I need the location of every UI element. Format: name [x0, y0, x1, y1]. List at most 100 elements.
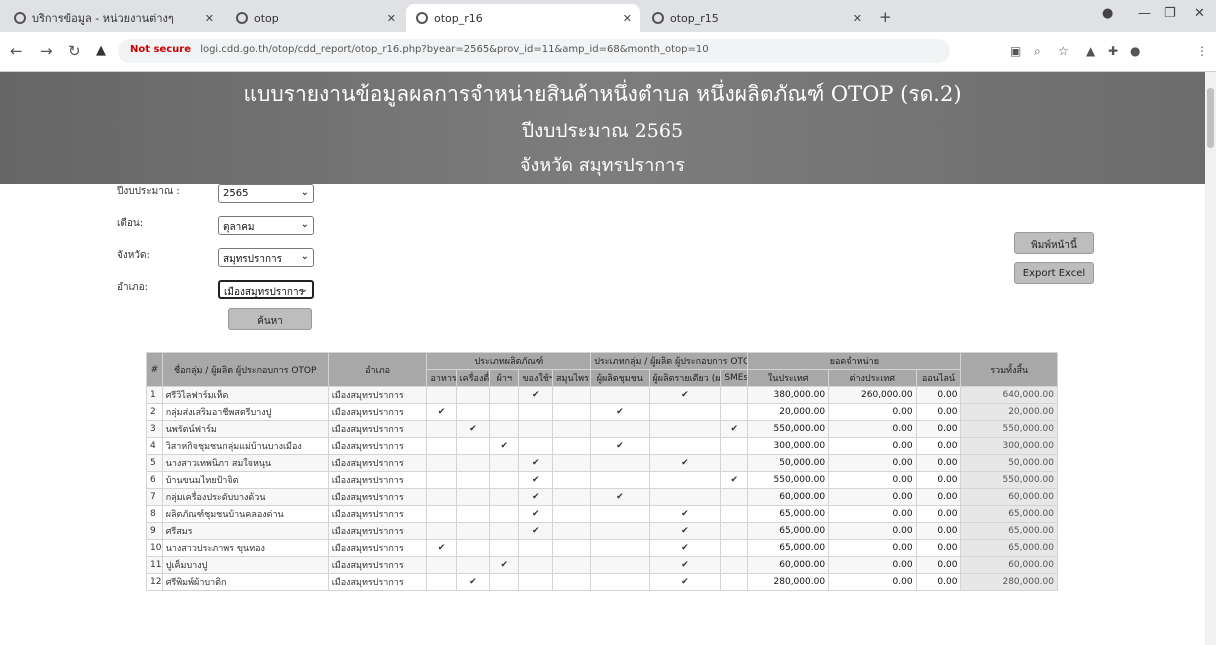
translate-icon[interactable]: ▣	[1010, 44, 1021, 58]
otop-type-cell: ✔	[648, 556, 722, 574]
otop-type-cell	[720, 573, 749, 591]
otop-type-cell	[590, 539, 650, 557]
product-type-cell	[552, 522, 592, 540]
minimize-icon[interactable]: —	[1138, 6, 1151, 21]
otop-type-cell	[720, 454, 749, 472]
product-type-cell	[552, 403, 592, 421]
browser-tab[interactable]: บริการข้อมูล - หน่วยงานต่างๆ ✕	[4, 4, 222, 32]
otop-type-cell: ✔	[648, 539, 722, 557]
product-type-cell	[455, 471, 491, 489]
table-row: 5 นางสาวเทพนิภา สมใจหนุน เมืองสมุทรปราการ ✔…	[146, 454, 1058, 472]
page-scrollbar[interactable]	[1205, 72, 1216, 645]
search-button[interactable]: ค้นหา	[228, 308, 312, 330]
column-header: รวมทั้งสิ้น	[960, 352, 1058, 387]
extension-icon[interactable]: ▲	[1086, 44, 1095, 58]
browser-tab[interactable]: otop ✕	[226, 4, 404, 32]
month-select[interactable]: ตุลาคม ⌄	[218, 216, 314, 235]
row-number: 3	[146, 420, 163, 438]
tab-title: otop	[254, 11, 279, 25]
foreign-sales-cell: 260,000.00	[828, 386, 917, 404]
export-button[interactable]: Export Excel	[1014, 262, 1094, 284]
tab-title: otop_r15	[670, 11, 719, 25]
product-type-cell	[455, 539, 491, 557]
scrollbar-thumb[interactable]	[1207, 88, 1214, 148]
column-header: SMEs	[720, 369, 749, 387]
province-select[interactable]: สมุทรปราการ ⌄	[218, 248, 314, 267]
otop-type-cell	[590, 471, 650, 489]
otop-type-cell	[590, 386, 650, 404]
foreign-sales-cell: 0.00	[828, 505, 917, 523]
online-sales-cell: 0.00	[915, 573, 962, 591]
product-type-cell	[552, 505, 592, 523]
year-label: ปีงบประมาณ :	[117, 186, 180, 197]
product-type-cell	[489, 539, 520, 557]
chevron-down-icon: ⌄	[300, 187, 309, 198]
product-type-cell	[552, 471, 592, 489]
report-banner: แบบรายงานข้อมูลผลการจำหน่ายสินค้าหนึ่งตำ…	[0, 72, 1205, 184]
zoom-icon[interactable]: ⌕	[1034, 44, 1041, 59]
puzzle-icon[interactable]: ✚	[1108, 44, 1118, 58]
avatar[interactable]: ●	[1130, 44, 1140, 58]
url-field[interactable]: Not secure logi.cdd.go.th/otop/cdd_repor…	[118, 39, 950, 63]
bookmark-star-icon[interactable]: ☆	[1058, 44, 1069, 58]
forward-icon[interactable]: →	[40, 42, 53, 60]
district-cell: เมืองสมุทรปราการ	[327, 454, 428, 472]
otop-type-cell: ✔	[648, 386, 722, 404]
close-window-icon[interactable]: ✕	[1194, 6, 1205, 21]
district-select[interactable]: เมืองสมุทรปราการ ⌄	[218, 280, 314, 299]
close-tab-icon[interactable]: ✕	[853, 12, 862, 25]
product-type-cell: ✔	[426, 539, 457, 557]
foreign-sales-cell: 0.00	[828, 471, 917, 489]
close-tab-icon[interactable]: ✕	[205, 12, 214, 25]
close-tab-icon[interactable]: ✕	[387, 12, 396, 25]
warning-icon[interactable]: ▲	[96, 43, 106, 58]
product-type-cell	[552, 488, 592, 506]
online-sales-cell: 0.00	[915, 488, 962, 506]
product-type-cell	[455, 437, 491, 455]
product-type-cell: ✔	[518, 386, 554, 404]
total-sales-cell: 65,000.00	[960, 539, 1058, 557]
otop-type-cell	[590, 420, 650, 438]
column-header: ชื่อกลุ่ม / ผู้ผลิต ผู้ประกอบการ OTOP	[161, 352, 329, 387]
product-type-cell: ✔	[518, 471, 554, 489]
column-header: ประเภทกลุ่ม / ผู้ผลิต ผู้ประกอบการ OTOP	[590, 352, 749, 370]
product-type-cell	[426, 556, 457, 574]
province-label: จังหวัด:	[117, 250, 150, 261]
online-sales-cell: 0.00	[915, 522, 962, 540]
browser-tab[interactable]: otop_r15 ✕	[642, 4, 870, 32]
foreign-sales-cell: 0.00	[828, 454, 917, 472]
product-type-cell: ✔	[455, 573, 491, 591]
browser-tab-active[interactable]: otop_r16 ✕	[406, 4, 640, 32]
table-header-row: # ชื่อกลุ่ม / ผู้ผลิต ผู้ประกอบการ OTOP …	[146, 352, 1058, 387]
product-type-cell	[455, 454, 491, 472]
column-header: อาหาร	[426, 369, 457, 387]
product-type-cell	[426, 522, 457, 540]
product-type-cell	[552, 420, 592, 438]
column-header: เครื่องดื่ม	[455, 369, 491, 387]
otop-type-cell: ✔	[720, 471, 749, 489]
column-header: ต่างประเทศ	[828, 369, 917, 387]
foreign-sales-cell: 0.00	[828, 522, 917, 540]
product-type-cell	[426, 505, 457, 523]
product-type-cell	[455, 505, 491, 523]
total-sales-cell: 60,000.00	[960, 556, 1058, 574]
domestic-sales-cell: 65,000.00	[747, 505, 830, 523]
browser-chrome: บริการข้อมูล - หน่วยงานต่างๆ ✕ otop ✕ ot…	[0, 0, 1216, 72]
otop-type-cell	[648, 471, 722, 489]
menu-icon[interactable]: ⋮	[1196, 44, 1208, 58]
maximize-icon[interactable]: ❐	[1164, 6, 1176, 21]
row-number: 1	[146, 386, 163, 404]
new-tab-icon[interactable]: +	[879, 8, 892, 26]
close-tab-icon[interactable]: ✕	[623, 12, 632, 25]
print-button[interactable]: พิมพ์หน้านี้	[1014, 232, 1094, 254]
year-select[interactable]: 2565 ⌄	[218, 184, 314, 203]
column-header: #	[146, 352, 163, 387]
profile-dot-icon[interactable]: ●	[1102, 6, 1113, 21]
reload-icon[interactable]: ↻	[68, 42, 81, 60]
chevron-down-icon: ⌄	[300, 219, 309, 230]
group-name-cell: ศรีพิมพ์ผ้าบาติก	[161, 573, 329, 591]
row-number: 6	[146, 471, 163, 489]
product-type-cell	[552, 539, 592, 557]
back-icon[interactable]: ←	[10, 42, 23, 60]
column-header: ผู้ผลิตรายเดียว (ผลิตโดยรายเดียว)	[648, 369, 722, 387]
